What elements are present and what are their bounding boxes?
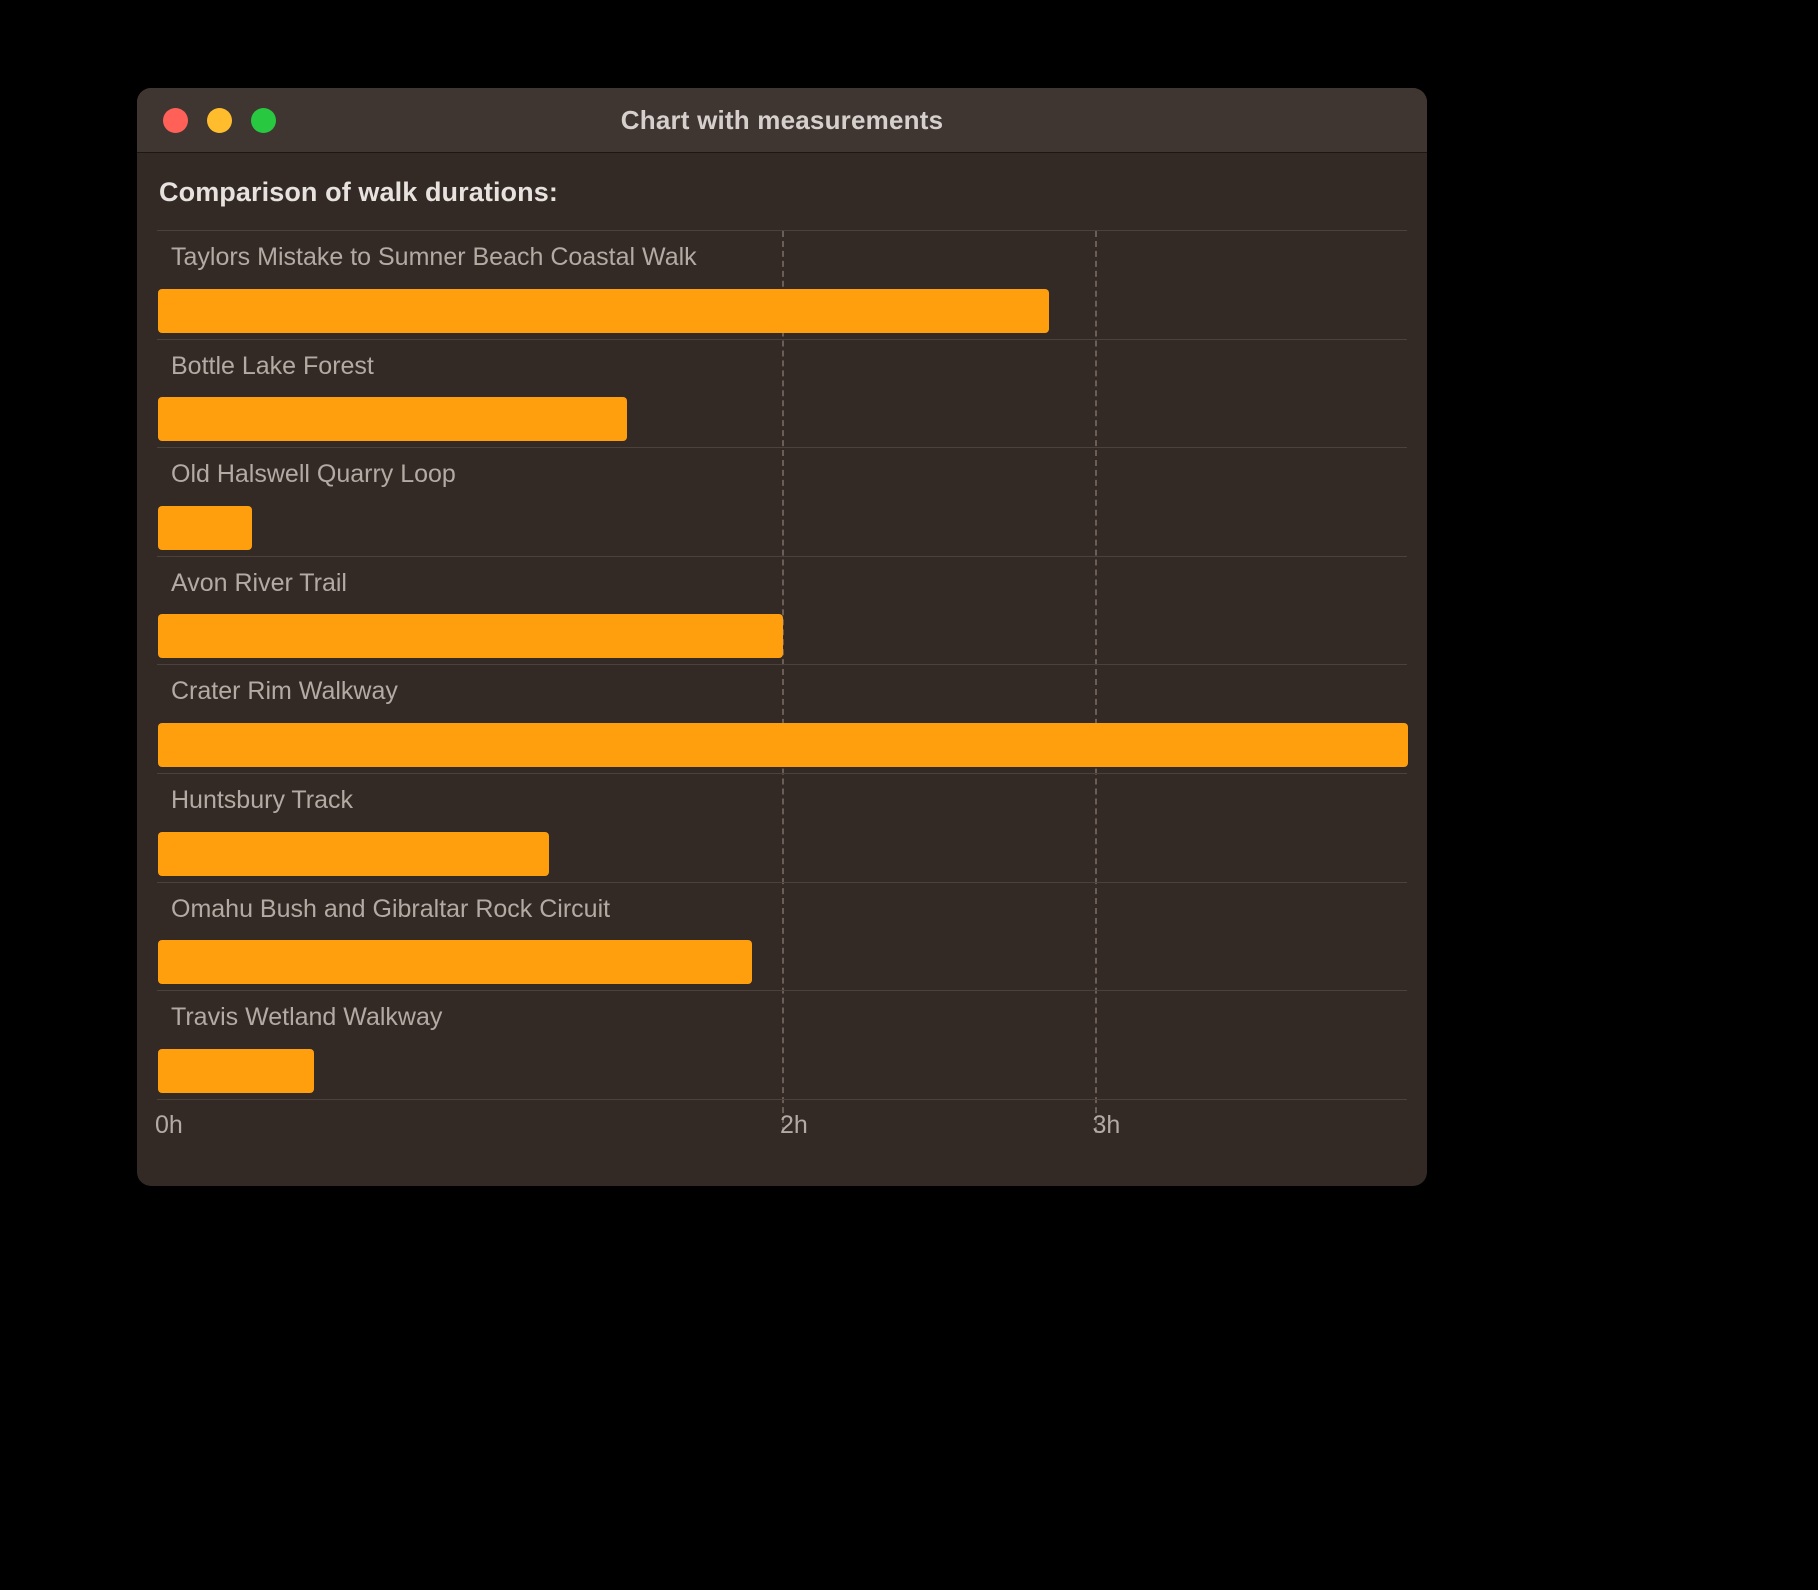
maximize-window-button[interactable] (251, 107, 276, 133)
close-window-button[interactable] (163, 107, 188, 133)
bar-label: Bottle Lake Forest (171, 351, 374, 380)
bar-chart: Taylors Mistake to Sumner Beach Coastal … (155, 230, 1408, 1172)
bar (158, 288, 1049, 333)
minimize-window-button[interactable] (207, 107, 232, 133)
bar-label: Huntsbury Track (171, 785, 354, 814)
chart-row: Taylors Mistake to Sumner Beach Coastal … (157, 231, 1407, 340)
window-content: Comparison of walk durations: Taylors Mi… (137, 153, 1427, 1186)
title-bar: Chart with measurements (137, 88, 1427, 153)
chart-rows: Taylors Mistake to Sumner Beach Coastal … (157, 230, 1408, 1133)
bar-label: Avon River Trail (171, 568, 347, 597)
chart-row: Avon River Trail (157, 557, 1407, 666)
bar (158, 831, 549, 876)
traffic-light-group (163, 107, 276, 133)
bar-label: Travis Wetland Walkway (171, 1003, 443, 1032)
window-title: Chart with measurements (620, 104, 944, 135)
bar (158, 940, 752, 985)
chart-heading: Comparison of walk durations: (159, 177, 558, 207)
bar (158, 397, 627, 442)
x-tick-label: 3h (1092, 1111, 1121, 1139)
app-window: Chart with measurements Comparison of wa… (137, 88, 1427, 1186)
chart-row: Omahu Bush and Gibraltar Rock Circuit (157, 883, 1407, 992)
chart-row: Travis Wetland Walkway (157, 991, 1407, 1100)
bar-label: Omahu Bush and Gibraltar Rock Circuit (171, 894, 611, 923)
x-tick-label: 0h (155, 1111, 183, 1139)
bar (158, 614, 783, 659)
bar-label: Old Halswell Quarry Loop (171, 460, 456, 489)
bar-label: Taylors Mistake to Sumner Beach Coastal … (171, 243, 697, 271)
chart-row: Bottle Lake Forest (157, 340, 1407, 449)
chart-row: Crater Rim Walkway (157, 665, 1408, 774)
bar (158, 1048, 315, 1093)
bar-label: Crater Rim Walkway (171, 677, 398, 706)
chart-row: Huntsbury Track (157, 774, 1407, 883)
x-tick-label: 2h (780, 1111, 808, 1139)
chart-x-axis: 0h 2h 3h (155, 1099, 1407, 1159)
chart-row: Old Halswell Quarry Loop (157, 448, 1407, 557)
bar (158, 722, 1408, 767)
bar (158, 505, 252, 550)
